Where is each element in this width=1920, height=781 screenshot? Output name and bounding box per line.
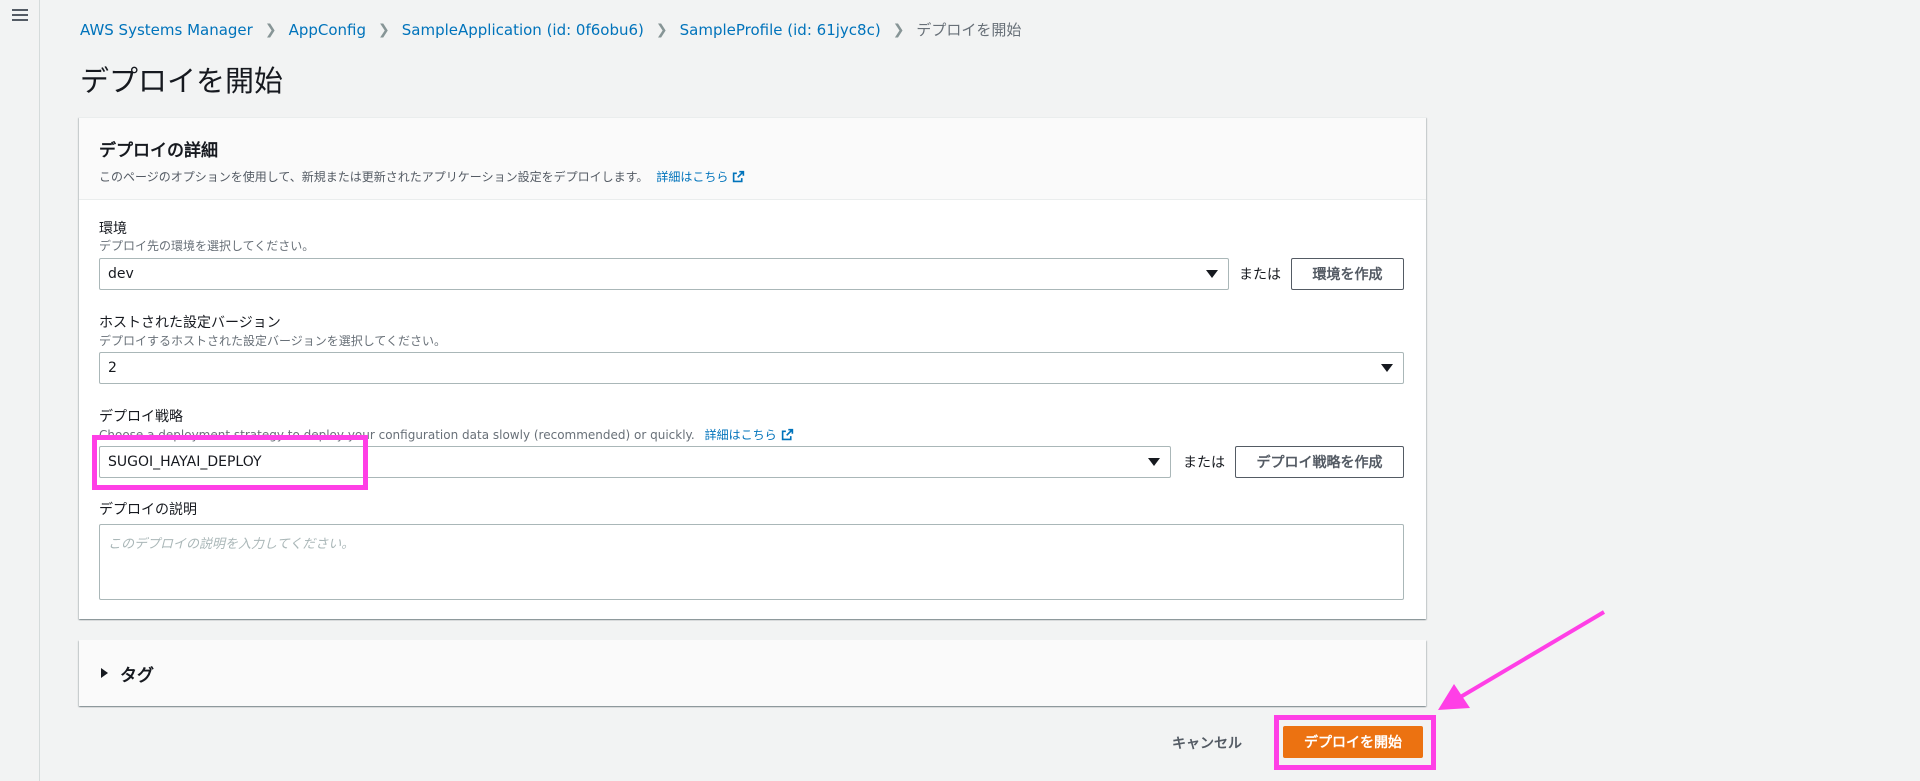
caret-down-icon	[1206, 270, 1218, 278]
version-label: ホストされた設定バージョン	[99, 315, 281, 331]
page-title: デプロイを開始	[80, 64, 284, 98]
panel-header: デプロイの詳細 このページのオプションを使用して、新規または更新されたアプリケー…	[79, 118, 1426, 200]
breadcrumb-item-systems-manager[interactable]: AWS Systems Manager	[80, 21, 253, 39]
chevron-right-icon: ❯	[892, 21, 905, 38]
breadcrumb-item-profile[interactable]: SampleProfile (id: 61jyc8c)	[680, 21, 881, 39]
annotation-arrow-icon	[1438, 610, 1606, 710]
tags-expander[interactable]: タグ	[79, 640, 1426, 706]
chevron-right-icon: ❯	[264, 21, 277, 38]
environment-or-text: または	[1239, 267, 1281, 283]
environment-select-value: dev	[108, 266, 134, 282]
version-description: デプロイするホストされた設定バージョンを選択してください。	[99, 334, 447, 348]
chevron-right-icon: ❯	[655, 21, 668, 38]
version-select-value: 2	[108, 360, 117, 376]
left-rail	[0, 0, 40, 781]
learn-more-label: 詳細はこちら	[656, 170, 729, 184]
breadcrumb-item-application[interactable]: SampleApplication (id: 0f6obu6)	[402, 21, 644, 39]
breadcrumb-item-appconfig[interactable]: AppConfig	[289, 21, 366, 39]
strategy-learn-more-link[interactable]: 詳細はこちら	[705, 426, 794, 443]
strategy-label: デプロイ戦略	[99, 409, 183, 425]
environment-select[interactable]: dev	[99, 258, 1229, 290]
deployment-details-panel: デプロイの詳細 このページのオプションを使用して、新規または更新されたアプリケー…	[79, 117, 1426, 619]
strategy-select[interactable]: SUGOI_HAYAI_DEPLOY	[99, 446, 1171, 478]
caret-down-icon	[1148, 458, 1160, 466]
tags-title: タグ	[120, 665, 154, 686]
create-environment-button[interactable]: 環境を作成	[1291, 258, 1404, 290]
chevron-right-icon: ❯	[378, 21, 390, 38]
environment-description: デプロイ先の環境を選択してください。	[99, 239, 315, 253]
breadcrumb-current: デプロイを開始	[916, 21, 1022, 39]
learn-more-link[interactable]: 詳細はこちら	[656, 168, 745, 185]
strategy-description-text: Choose a deployment strategy to deploy y…	[99, 428, 695, 442]
create-strategy-button[interactable]: デプロイ戦略を作成	[1235, 446, 1404, 478]
deploy-description-label: デプロイの説明	[99, 502, 197, 518]
breadcrumb: AWS Systems Manager ❯ AppConfig ❯ Sample…	[80, 19, 1021, 40]
start-deployment-button[interactable]: デプロイを開始	[1283, 726, 1423, 758]
hamburger-menu-icon[interactable]	[12, 6, 28, 22]
panel-description-text: このページのオプションを使用して、新規または更新されたアプリケーション設定をデプ…	[99, 170, 649, 184]
external-link-icon	[781, 428, 793, 441]
panel-title: デプロイの詳細	[99, 141, 218, 161]
caret-right-icon	[101, 668, 108, 678]
version-select[interactable]: 2	[99, 352, 1404, 384]
strategy-learn-more-label: 詳細はこちら	[704, 428, 777, 442]
deploy-description-textarea[interactable]	[99, 524, 1404, 600]
strategy-select-value: SUGOI_HAYAI_DEPLOY	[108, 454, 262, 470]
panel-description: このページのオプションを使用して、新規または更新されたアプリケーション設定をデプ…	[99, 168, 1406, 185]
environment-label: 環境	[99, 221, 127, 237]
cancel-button[interactable]: キャンセル	[1172, 728, 1242, 758]
strategy-description: Choose a deployment strategy to deploy y…	[99, 426, 794, 443]
caret-down-icon	[1381, 364, 1393, 372]
strategy-or-text: または	[1183, 455, 1225, 471]
external-link-icon	[733, 170, 745, 183]
